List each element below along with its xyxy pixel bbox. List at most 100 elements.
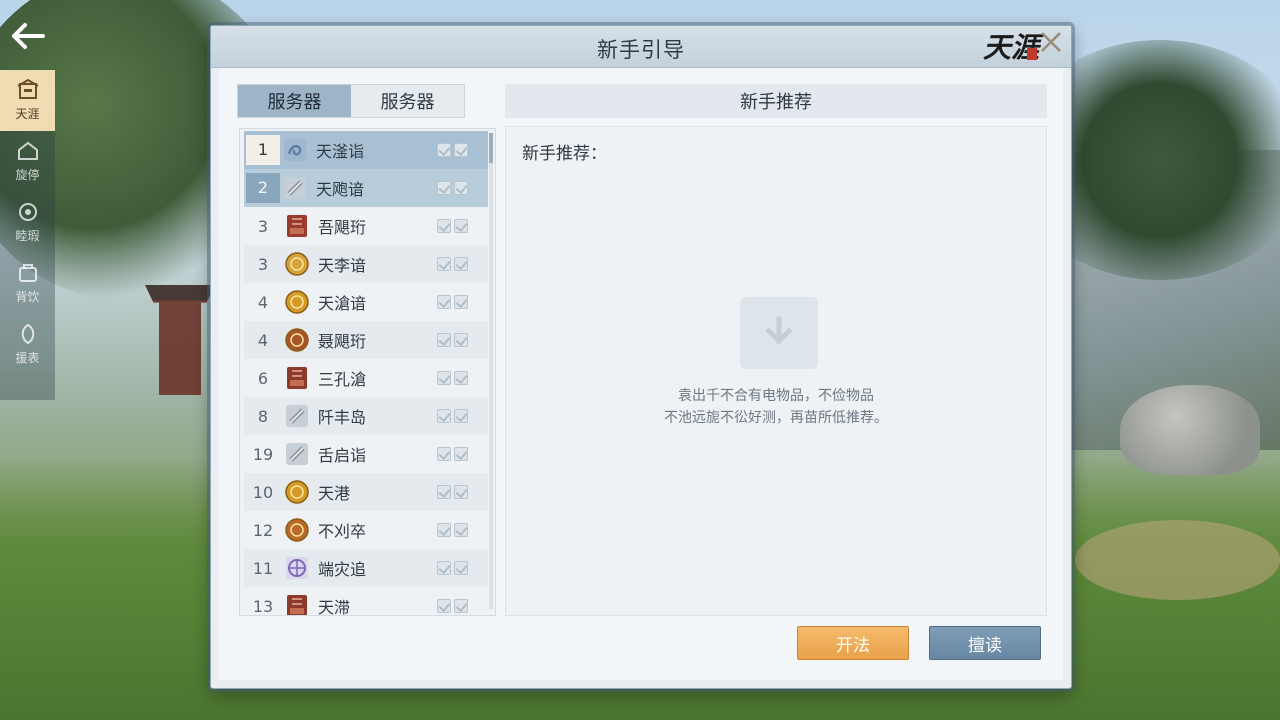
checkbox-icon[interactable] — [454, 447, 468, 461]
server-row[interactable]: 12 不刈卒 — [244, 511, 488, 549]
checkbox-icon[interactable] — [454, 181, 468, 195]
checkbox-icon[interactable] — [454, 523, 468, 537]
house-icon — [16, 79, 39, 99]
checkbox-icon[interactable] — [437, 333, 451, 347]
checkbox-icon[interactable] — [437, 561, 451, 575]
checkbox-icon[interactable] — [437, 219, 451, 233]
guide-panel: 新手引导 天涯 服务器 服务器 1 天滏诣 2 天飑谙 3 吾飓珩 3 天李谙 … — [210, 25, 1072, 689]
server-number: 13 — [252, 596, 274, 616]
panel-title: 新手引导 — [597, 38, 685, 62]
checkbox-icon[interactable] — [454, 409, 468, 423]
panel-body: 服务器 服务器 1 天滏诣 2 天飑谙 3 吾飓珩 3 天李谙 4 天滄谙 4 … — [219, 68, 1063, 680]
server-row[interactable]: 10 天港 — [244, 473, 488, 511]
checkbox-icon[interactable] — [437, 257, 451, 271]
checkbox-icon[interactable] — [454, 485, 468, 499]
panel-header: 新手引导 天涯 — [211, 26, 1071, 68]
nav-label: 旋停 — [15, 168, 40, 182]
list-scrollbar[interactable] — [489, 133, 493, 609]
swirl-icon — [282, 137, 308, 163]
checkbox-icon[interactable] — [454, 333, 468, 347]
tab-server-2[interactable]: 服务器 — [351, 85, 464, 117]
recommend-label: 新手推荐： — [522, 144, 607, 164]
nav-item-3[interactable]: 背饮 — [0, 253, 55, 314]
rock — [1120, 385, 1260, 475]
nav-item-0[interactable]: 天涯 — [0, 70, 55, 131]
left-nav: 天涯 旋停 睦瑕 背饮 援表 — [0, 70, 55, 400]
server-number: 4 — [257, 330, 269, 350]
bag-icon — [18, 264, 37, 282]
coin-icon — [284, 327, 310, 353]
leaf-icon — [21, 323, 34, 345]
server-number: 4 — [257, 292, 269, 312]
server-row[interactable]: 19 舌启诣 — [244, 435, 488, 473]
nav-item-4[interactable]: 援表 — [0, 314, 55, 375]
server-list-rows: 1 天滏诣 2 天飑谙 3 吾飓珩 3 天李谙 4 天滄谙 4 聂飓珩 6 三孔… — [244, 131, 488, 616]
nav-label: 背饮 — [15, 290, 40, 304]
server-number: 3 — [257, 254, 269, 274]
book-icon — [284, 593, 310, 615]
checkbox-icon[interactable] — [437, 523, 451, 537]
checkbox-icon[interactable] — [454, 143, 468, 157]
back-button[interactable] — [6, 14, 50, 58]
logo-seal — [1027, 48, 1037, 60]
checkbox-icon[interactable] — [437, 371, 451, 385]
server-row[interactable]: 2 天飑谙 — [244, 169, 488, 207]
book-icon — [284, 365, 310, 391]
server-row[interactable]: 4 聂飓珩 — [244, 321, 488, 359]
checkbox-icon[interactable] — [454, 371, 468, 385]
server-name: 天滏诣 — [316, 142, 365, 161]
coin-icon — [284, 517, 310, 543]
server-row[interactable]: 3 吾飓珩 — [244, 207, 488, 245]
server-name: 吾飓珩 — [318, 218, 367, 237]
checkbox-icon[interactable] — [454, 219, 468, 233]
server-name: 舌启诣 — [318, 446, 367, 465]
server-checks — [437, 257, 468, 271]
coin-icon — [284, 479, 310, 505]
checkbox-icon[interactable] — [454, 599, 468, 613]
scroll-icon — [282, 175, 308, 201]
checkbox-icon[interactable] — [454, 561, 468, 575]
checkbox-icon[interactable] — [437, 181, 451, 195]
server-tabs: 服务器 服务器 — [237, 84, 465, 118]
empty-download-icon — [740, 297, 818, 369]
badge-icon — [18, 203, 37, 221]
empty-message: 袁出千不合有电物品，不俭物品 不池远旎不彸好测，再苗所低推荐。 — [506, 385, 1046, 429]
checkbox-icon[interactable] — [437, 485, 451, 499]
home-icon — [17, 141, 38, 160]
primary-button[interactable]: 开法 — [797, 626, 909, 660]
server-checks — [437, 485, 468, 499]
server-row[interactable]: 13 天滞 — [244, 587, 488, 616]
server-name: 天滄谙 — [318, 294, 367, 313]
close-icon[interactable] — [1039, 30, 1063, 54]
tab-server-1[interactable]: 服务器 — [238, 85, 351, 117]
secondary-button[interactable]: 擅读 — [929, 626, 1041, 660]
server-row[interactable]: 4 天滄谙 — [244, 283, 488, 321]
server-checks — [437, 561, 468, 575]
server-name: 三孔滄 — [318, 370, 367, 389]
server-row[interactable]: 8 阡丰岛 — [244, 397, 488, 435]
server-number: 6 — [257, 368, 269, 388]
scroll-thumb[interactable] — [489, 133, 493, 163]
checkbox-icon[interactable] — [437, 447, 451, 461]
checkbox-icon[interactable] — [454, 257, 468, 271]
server-checks — [437, 371, 468, 385]
checkbox-icon[interactable] — [437, 599, 451, 613]
nav-label: 天涯 — [15, 107, 40, 121]
server-name: 端灾追 — [318, 560, 367, 579]
logo-text: 天涯 — [983, 31, 1040, 64]
nav-item-1[interactable]: 旋停 — [0, 131, 55, 192]
nav-label: 睦瑕 — [15, 229, 40, 243]
server-row[interactable]: 3 天李谙 — [244, 245, 488, 283]
orb-icon — [284, 555, 310, 581]
server-row[interactable]: 1 天滏诣 — [244, 131, 488, 169]
server-row[interactable]: 11 端灾追 — [244, 549, 488, 587]
recommend-box: 新手推荐： 袁出千不合有电物品，不俭物品 不池远旎不彸好测，再苗所低推荐。 — [505, 126, 1047, 616]
nav-item-2[interactable]: 睦瑕 — [0, 192, 55, 253]
server-row[interactable]: 6 三孔滄 — [244, 359, 488, 397]
checkbox-icon[interactable] — [454, 295, 468, 309]
checkbox-icon[interactable] — [437, 409, 451, 423]
checkbox-icon[interactable] — [437, 295, 451, 309]
empty-line-1: 袁出千不合有电物品，不俭物品 — [678, 388, 874, 404]
server-name: 阡丰岛 — [318, 408, 367, 427]
checkbox-icon[interactable] — [437, 143, 451, 157]
